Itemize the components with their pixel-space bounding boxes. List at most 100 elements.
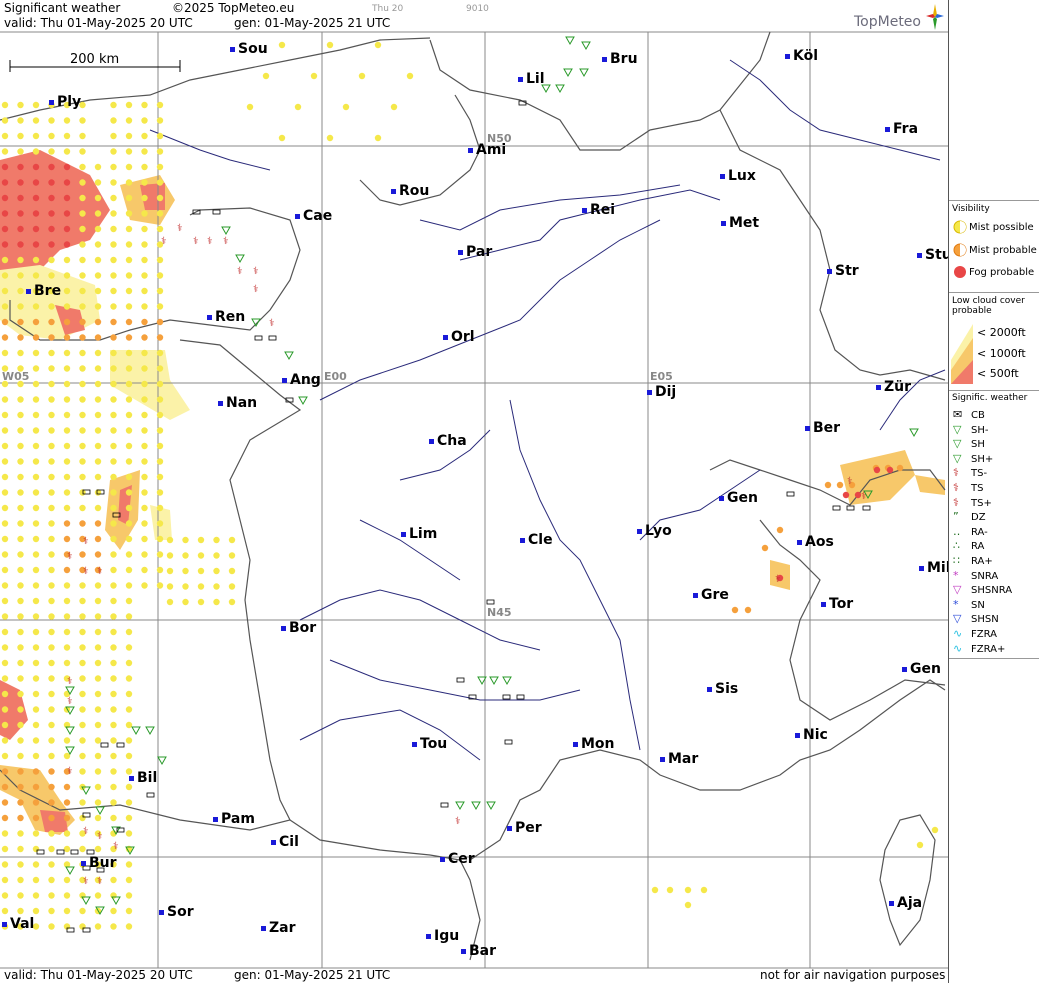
city-label[interactable]: Orl [443,329,475,345]
thunderstorm-symbol: ⚕ [847,476,852,487]
legend-sigwx-item: ⚕ TS+ [953,496,992,509]
city-label[interactable]: Aja [889,895,922,911]
mist-possible-symbol [125,132,133,140]
mist-possible-symbol [94,845,102,853]
city-label[interactable]: Pam [213,811,255,827]
mist-possible-symbol [141,566,148,574]
city-label[interactable]: Lyo [637,523,672,539]
city-label[interactable]: Bil [129,770,157,786]
city-label[interactable]: Bur [81,855,117,871]
city-label[interactable]: Per [507,820,542,836]
mist-possible-symbol [110,101,117,109]
city-label[interactable]: Tou [412,736,447,752]
mist-possible-symbol [48,659,55,667]
mist-possible-symbol [156,535,164,543]
city-label[interactable]: Str [827,263,859,279]
city-label[interactable]: Bor [281,620,316,636]
mist-possible-symbol [213,567,220,575]
city-label[interactable]: Ami [468,142,506,158]
city-label[interactable]: Dij [647,384,676,400]
city-label[interactable]: Bar [461,943,496,959]
mist-probable-symbol [156,334,164,341]
city-label[interactable]: Tor [821,596,853,612]
mist-possible-symbol [32,303,40,310]
city-label[interactable]: Mil [919,560,951,576]
city-label[interactable]: Lil [518,71,545,87]
mist-possible-symbol [79,148,86,155]
city-label[interactable]: Aos [797,534,834,550]
mist-possible-symbol [156,396,164,403]
mist-possible-symbol [125,535,133,543]
map-title: Significant weather [4,1,121,15]
mist-possible-symbol [63,504,71,512]
mist-possible-symbol [110,690,117,698]
shower-symbol [235,254,245,264]
city-label[interactable]: Zar [261,920,296,936]
city-label[interactable]: Ang [282,372,321,388]
fog-symbol [63,210,71,217]
thunderstorm-symbol: ⚕ [113,841,118,852]
city-label[interactable]: Cha [429,433,467,449]
city-label[interactable]: Nan [218,395,257,411]
city-label[interactable]: Sou [230,41,268,57]
mist-possible-symbol [1,737,9,744]
weather-map[interactable]: ⚕ ⚕ ⚕ ⚕ ⚕ ⚕ ⚕ ⚕ ⚕ ⚕ ⚕ ⚕ ⚕ ⚕ ⚕ ⚕ ⚕ ⚕ ⚕ ⚕ ⚕ ⚕ ⚕ ⚕ ⚕ Significant we… [0,0,952,983]
shower-symbol [131,726,141,736]
mist-possible-symbol [63,272,71,279]
mist-probable-symbol [17,318,24,326]
city-label[interactable]: Cle [520,532,553,548]
city-label[interactable]: Cil [271,834,299,850]
city-label[interactable]: Ren [207,309,245,325]
mist-probable-symbol [761,544,769,552]
mist-possible-symbol [125,163,133,171]
sigwx-label: TS [971,483,984,494]
city-label[interactable]: Sor [159,904,194,920]
city-label[interactable]: Val [2,916,34,932]
city-label[interactable]: Sis [707,681,738,697]
city-label[interactable]: Zür [876,379,911,395]
city-label[interactable]: Rou [391,183,429,199]
city-label[interactable]: Stu [917,247,952,263]
city-label[interactable]: Cer [440,851,475,867]
mist-possible-symbol [63,442,71,450]
city-label[interactable]: Bru [602,51,638,67]
mist-probable-symbol [32,783,40,791]
city-label[interactable]: Bre [26,283,61,299]
city-label[interactable]: Mon [573,736,615,752]
thunderstorm-symbol: ⚕ [83,536,88,547]
legend-sigwx-item: * SNRA [953,569,998,582]
city-label[interactable]: Fra [885,121,918,137]
city-label[interactable]: Rei [582,202,615,218]
city-label[interactable]: Köl [785,48,818,64]
mist-possible-symbol [79,923,86,930]
city-label[interactable]: Met [721,215,759,231]
mist-possible-symbol [406,72,414,80]
mist-possible-symbol [125,179,133,186]
city-label[interactable]: Lux [720,168,756,184]
city-label[interactable]: Nic [795,727,828,743]
city-label[interactable]: Par [458,244,492,260]
city-label[interactable]: Lim [401,526,437,542]
mist-possible-symbol [1,442,9,450]
mist-possible-symbol [63,752,71,760]
mist-possible-symbol [63,892,71,899]
mist-possible-symbol [17,566,24,574]
mist-probable-symbol [32,768,40,775]
mist-possible-symbol [63,845,71,853]
mist-possible-symbol [228,536,236,544]
city-label[interactable]: Gen [902,661,941,677]
legend-sigwx-item: ▽ SHSN [953,612,999,625]
city-label[interactable]: Gre [693,587,729,603]
thunderstorm-symbol: ⚕ [97,876,102,887]
fog-symbol [1,210,9,217]
city-label[interactable]: Ber [805,420,840,436]
city-label[interactable]: Ply [49,94,81,110]
city-label[interactable]: Cae [295,208,332,224]
topmeteo-logo: TopMeteo [854,14,921,30]
city-label[interactable]: Gen [719,490,758,506]
city-label[interactable]: Igu [426,928,459,944]
cb-symbol [440,802,449,808]
mist-possible-symbol [79,799,86,806]
mist-possible-symbol [141,380,148,388]
city-label[interactable]: Mar [660,751,698,767]
